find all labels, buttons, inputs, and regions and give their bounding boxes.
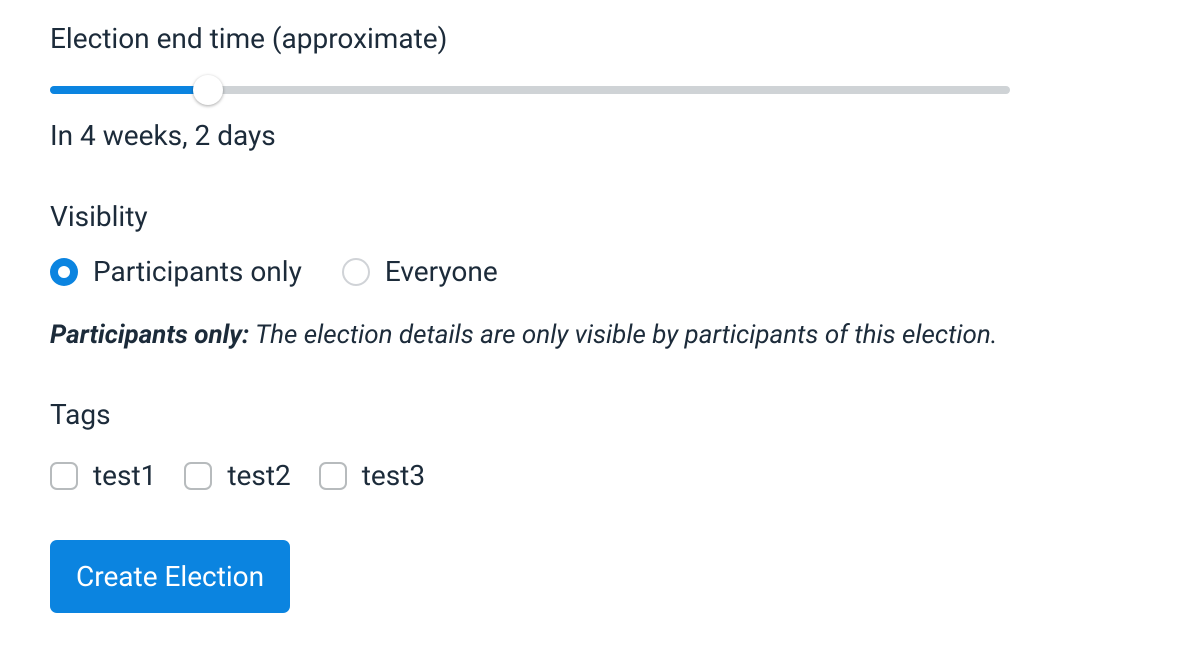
visibility-description-prefix: Participants only: [50, 320, 249, 350]
visibility-option-everyone[interactable]: Everyone [342, 255, 498, 288]
radio-label: Everyone [385, 255, 498, 288]
checkbox-icon [184, 462, 212, 490]
radio-icon [342, 258, 370, 286]
slider-handle[interactable] [193, 75, 223, 105]
slider-fill [50, 86, 208, 94]
create-election-button[interactable]: Create Election [50, 540, 290, 613]
tag-label: test3 [362, 459, 425, 492]
visibility-description-text: The election details are only visible by… [249, 320, 997, 350]
visibility-description: Participants only: The election details … [50, 320, 1134, 350]
tag-item-0[interactable]: test1 [50, 459, 156, 492]
end-time-value: In 4 weeks, 2 days [50, 119, 1134, 152]
end-time-slider[interactable] [50, 75, 1010, 105]
tag-item-1[interactable]: test2 [184, 459, 290, 492]
tags-group: test1 test2 test3 [50, 459, 1134, 492]
radio-icon [50, 258, 78, 286]
tags-label: Tags [50, 398, 1134, 431]
tag-label: test2 [227, 459, 290, 492]
radio-label: Participants only [93, 255, 302, 288]
visibility-option-participants[interactable]: Participants only [50, 255, 302, 288]
checkbox-icon [50, 462, 78, 490]
visibility-label: Visiblity [50, 200, 1134, 233]
checkbox-icon [319, 462, 347, 490]
visibility-radio-group: Participants only Everyone [50, 255, 1134, 288]
end-time-label: Election end time (approximate) [50, 22, 1134, 55]
tag-item-2[interactable]: test3 [319, 459, 425, 492]
tag-label: test1 [93, 459, 156, 492]
